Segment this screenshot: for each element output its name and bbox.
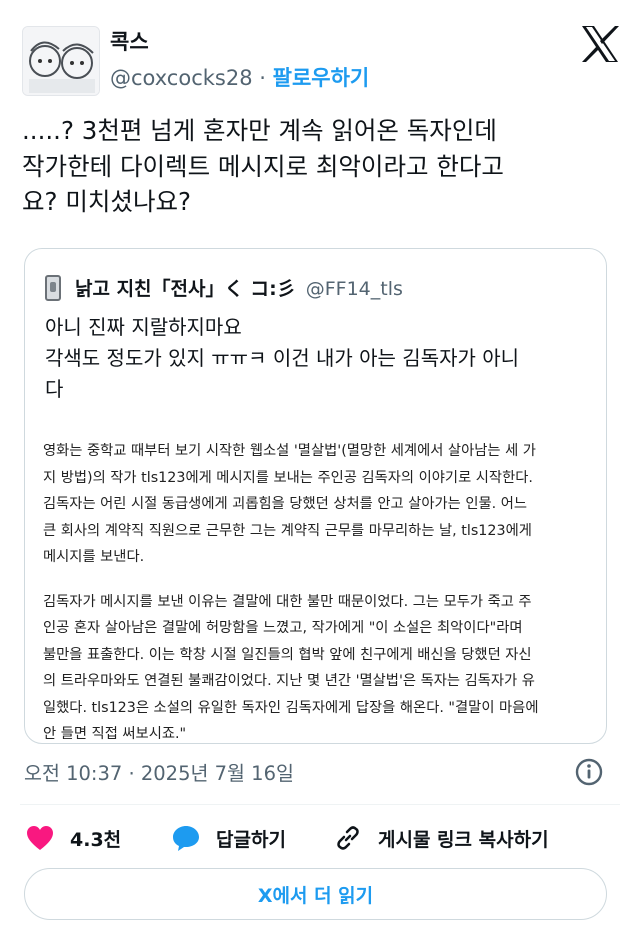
article-line: 큰 회사의 계약직 직원으로 근무한 그는 계약직 근무를 마무리하는 날, t… <box>43 522 532 539</box>
quoted-line: 각색도 정도가 있지 ㅠㅠㅋ 이건 내가 아는 김독자가 아니 <box>45 346 520 370</box>
article-line: 김독자가 메시지를 보낸 이유는 결말에 대한 불만 때문이었다. 그는 모두가… <box>43 593 532 610</box>
article-line: 불만을 표출한다. 이는 학창 시절 일진들의 협박 앞에 친구에게 배신을 당… <box>43 646 532 663</box>
quoted-author-name: 낡고 지친「전사」く コ:彡 <box>75 278 296 300</box>
article-line: 의 트라우마와도 연결된 불쾌감이었다. 지난 몇 년간 '멸살법'은 독자는 … <box>43 673 535 689</box>
like-count: 4.3천 <box>70 828 122 851</box>
follow-button[interactable]: 팔로우하기 <box>273 66 370 90</box>
quoted-line: 아니 진짜 지랄하지마요 <box>45 315 242 339</box>
action-bar: 4.3천 답글하기 게시물 링크 복사하기 <box>26 818 626 858</box>
article-line: 영화는 중학교 때부터 보기 시작한 웹소설 '멸살법'(멸망한 세계에서 살아… <box>43 443 536 459</box>
reply-label: 답글하기 <box>216 828 286 851</box>
reply-button[interactable]: 답글하기 <box>172 818 286 858</box>
article-line: 지 방법)의 작가 tls123에게 메시지를 보내는 주인공 김독자의 이야기… <box>43 469 533 486</box>
heart-icon <box>27 826 53 850</box>
quoted-author-handle: @FF14_tls <box>305 278 403 300</box>
article-line: 인공 혼자 살아남은 결말에 허망함을 느꼈고, 작가에게 "이 소설은 최악이… <box>43 620 523 636</box>
read-more-button[interactable]: X에서 더 읽기 <box>24 868 607 920</box>
author-name[interactable]: 콕스 <box>110 26 149 56</box>
tweet-header: 콕스 @coxcocks28 · 팔로우하기 <box>22 18 622 98</box>
timestamp[interactable]: 오전 10:37 · 2025년 7월 16일 <box>24 757 294 786</box>
tweet-line: 작가한테 다이렉트 메시지로 최악이라고 한다고 <box>22 151 504 181</box>
tweet-line: 요? 미치셨나요? <box>22 187 192 216</box>
like-button[interactable]: 4.3천 <box>26 818 121 858</box>
tweet-line: .....? 3천편 넘게 혼자만 계속 읽어온 독자인데 <box>22 116 497 145</box>
article-line: 김독자는 어린 시절 동급생에게 괴롭힘을 당했던 상처를 안고 살아가는 인물… <box>43 496 528 512</box>
avatar-illustration <box>23 27 99 95</box>
x-logo-icon[interactable] <box>578 22 622 66</box>
quoted-text: 아니 진짜 지랄하지마요 각색도 정도가 있지 ㅠㅠㅋ 이건 내가 아는 김독자… <box>45 312 519 405</box>
copy-link-button[interactable]: 게시물 링크 복사하기 <box>334 818 549 858</box>
reply-bubble-icon <box>173 826 199 851</box>
article-line: 일했다. tls123은 소설의 유일한 독자인 김독자에게 답장을 해온다. … <box>43 699 539 716</box>
quoted-line: 다 <box>45 377 64 401</box>
handle-separator: · <box>259 66 266 90</box>
avatar[interactable] <box>22 26 100 96</box>
tweet-text: .....? 3천편 넘게 혼자만 계속 읽어온 독자인데 작가한테 다이렉트 … <box>22 113 622 220</box>
copy-link-label: 게시물 링크 복사하기 <box>378 828 549 851</box>
quoted-avatar-icon <box>45 275 61 301</box>
divider <box>20 804 620 805</box>
link-icon <box>337 826 359 850</box>
info-icon[interactable] <box>574 757 604 787</box>
article-excerpt-image: 영화는 중학교 때부터 보기 시작한 웹소설 '멸살법'(멸망한 세계에서 살아… <box>43 438 603 748</box>
author-handle[interactable]: @coxcocks28 <box>110 66 253 90</box>
quoted-header: 낡고 지친「전사」く コ:彡 @FF14_tls <box>45 274 403 301</box>
author-handle-row: @coxcocks28 · 팔로우하기 <box>110 62 369 92</box>
article-line: 안 들면 직접 써보시죠." <box>43 726 187 742</box>
article-line: 메시지를 보낸다. <box>43 549 145 565</box>
